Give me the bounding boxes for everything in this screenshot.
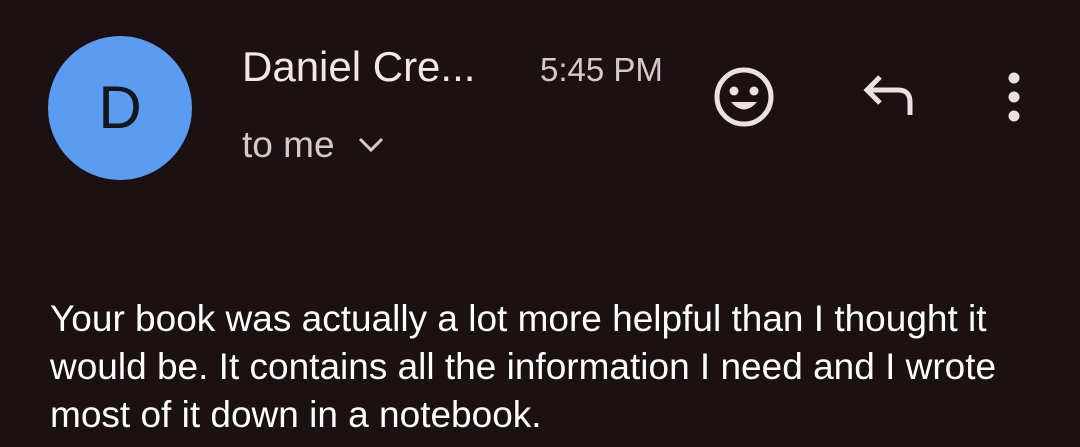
sender-name[interactable]: Daniel Cre... — [242, 43, 475, 91]
more-options-button[interactable] — [992, 66, 1036, 132]
recipient-label: to me — [242, 124, 335, 165]
avatar[interactable]: D — [48, 36, 192, 180]
message-body: Your book was actually a lot more helpfu… — [50, 298, 997, 435]
recipient-details-toggle[interactable]: to me — [242, 124, 385, 167]
smiley-face-icon — [712, 65, 776, 134]
avatar-letter: D — [98, 74, 142, 141]
message-time: 5:45 PM — [540, 51, 663, 88]
reply-arrow-icon — [858, 71, 918, 126]
reply-button[interactable] — [852, 68, 924, 128]
chevron-down-icon — [357, 135, 385, 155]
vertical-dots-icon — [1004, 69, 1024, 130]
emoji-reaction-button[interactable] — [708, 66, 780, 132]
